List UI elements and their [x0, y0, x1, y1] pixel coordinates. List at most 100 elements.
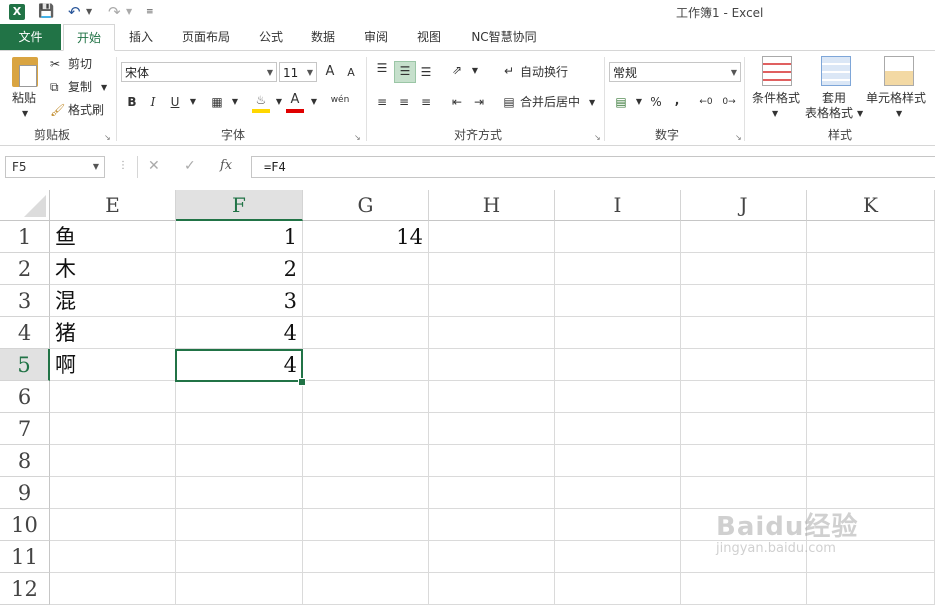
- column-header-i[interactable]: I: [555, 190, 681, 221]
- row-header-12[interactable]: 12: [0, 573, 50, 605]
- cell-h11[interactable]: [429, 541, 555, 573]
- cell-i7[interactable]: [555, 413, 681, 445]
- cell-j8[interactable]: [681, 445, 807, 477]
- tab-insert[interactable]: 插入: [117, 24, 165, 50]
- cell-g1[interactable]: 14: [303, 221, 429, 253]
- cell-h4[interactable]: [429, 317, 555, 349]
- cell-k3[interactable]: [807, 285, 935, 317]
- column-header-h[interactable]: H: [429, 190, 555, 221]
- cut-button[interactable]: 剪切: [68, 55, 92, 73]
- cell-j7[interactable]: [681, 413, 807, 445]
- format-as-table-dropdown-icon[interactable]: ▼: [857, 105, 863, 123]
- cell-i2[interactable]: [555, 253, 681, 285]
- cell-k2[interactable]: [807, 253, 935, 285]
- redo-icon[interactable]: ↷: [108, 3, 121, 21]
- cell-h7[interactable]: [429, 413, 555, 445]
- align-right-icon[interactable]: ≡: [417, 93, 435, 111]
- tab-data[interactable]: 数据: [300, 24, 346, 50]
- number-dialog-launcher-icon[interactable]: ↘: [735, 133, 742, 142]
- tab-file[interactable]: 文件: [0, 24, 61, 50]
- cell-f12[interactable]: [176, 573, 303, 605]
- tab-page-layout[interactable]: 页面布局: [170, 24, 242, 50]
- cell-g10[interactable]: [303, 509, 429, 541]
- paste-dropdown-icon[interactable]: ▼: [22, 105, 28, 123]
- tab-review[interactable]: 审阅: [353, 24, 399, 50]
- align-center-icon[interactable]: ≡: [395, 93, 413, 111]
- cut-icon[interactable]: ✂: [50, 55, 60, 73]
- tab-nc[interactable]: NC智慧协同: [462, 24, 546, 50]
- cell-e7[interactable]: [50, 413, 176, 445]
- chevron-down-icon[interactable]: ▼: [93, 157, 99, 177]
- conditional-format-dropdown-icon[interactable]: ▼: [772, 105, 778, 123]
- cell-j5[interactable]: [681, 349, 807, 381]
- insert-function-button[interactable]: fx: [220, 158, 232, 173]
- cell-e1[interactable]: 鱼: [50, 221, 176, 253]
- row-header-4[interactable]: 4: [0, 317, 50, 349]
- cell-g11[interactable]: [303, 541, 429, 573]
- wrap-text-icon[interactable]: ↵: [500, 62, 518, 80]
- cell-i4[interactable]: [555, 317, 681, 349]
- row-header-11[interactable]: 11: [0, 541, 50, 573]
- tab-view[interactable]: 视图: [406, 24, 452, 50]
- row-header-10[interactable]: 10: [0, 509, 50, 541]
- row-header-2[interactable]: 2: [0, 253, 50, 285]
- undo-dropdown-icon[interactable]: ▼: [86, 3, 92, 21]
- column-header-j[interactable]: J: [681, 190, 807, 221]
- row-header-6[interactable]: 6: [0, 381, 50, 413]
- cell-f4[interactable]: 4: [176, 317, 303, 349]
- name-box[interactable]: F5 ▼: [5, 156, 105, 178]
- format-as-table-icon[interactable]: [821, 56, 851, 86]
- cell-i6[interactable]: [555, 381, 681, 413]
- cell-g3[interactable]: [303, 285, 429, 317]
- format-painter-button[interactable]: 格式刷: [68, 101, 104, 119]
- cell-j9[interactable]: [681, 477, 807, 509]
- cell-f11[interactable]: [176, 541, 303, 573]
- cell-f1[interactable]: 1: [176, 221, 303, 253]
- cell-e12[interactable]: [50, 573, 176, 605]
- cell-i10[interactable]: [555, 509, 681, 541]
- cell-k6[interactable]: [807, 381, 935, 413]
- cell-h10[interactable]: [429, 509, 555, 541]
- cell-e11[interactable]: [50, 541, 176, 573]
- font-size-select[interactable]: 11 ▼: [279, 62, 317, 82]
- cell-k4[interactable]: [807, 317, 935, 349]
- cell-f6[interactable]: [176, 381, 303, 413]
- phonetic-button[interactable]: wén: [328, 91, 352, 109]
- redo-dropdown-icon[interactable]: ▼: [126, 3, 132, 21]
- cell-h5[interactable]: [429, 349, 555, 381]
- merge-center-icon[interactable]: ▤: [500, 93, 518, 111]
- comma-button[interactable]: ,: [668, 91, 686, 109]
- cancel-entry-icon[interactable]: ✕: [148, 158, 160, 174]
- orientation-dropdown-icon[interactable]: ▼: [466, 62, 484, 80]
- cell-e2[interactable]: 木: [50, 253, 176, 285]
- increase-decimal-icon[interactable]: ←0: [697, 93, 715, 111]
- orientation-icon[interactable]: ⇗: [448, 61, 466, 79]
- row-header-1[interactable]: 1: [0, 221, 50, 253]
- wrap-text-button[interactable]: 自动换行: [520, 63, 568, 81]
- italic-button[interactable]: I: [144, 93, 162, 111]
- cell-h9[interactable]: [429, 477, 555, 509]
- cell-e5[interactable]: 啊: [50, 349, 176, 381]
- cell-h8[interactable]: [429, 445, 555, 477]
- cell-h6[interactable]: [429, 381, 555, 413]
- fill-color-icon[interactable]: ♨: [252, 91, 270, 109]
- cell-g12[interactable]: [303, 573, 429, 605]
- number-format-select[interactable]: 常规 ▼: [609, 62, 741, 82]
- percent-button[interactable]: %: [647, 93, 665, 111]
- format-painter-icon[interactable]: 🖌: [50, 101, 65, 119]
- copy-dropdown-icon[interactable]: ▼: [101, 79, 107, 97]
- grow-font-button[interactable]: A: [321, 63, 339, 81]
- tab-formulas[interactable]: 公式: [248, 24, 294, 50]
- column-header-g[interactable]: G: [303, 190, 429, 221]
- cell-e3[interactable]: 混: [50, 285, 176, 317]
- cell-i11[interactable]: [555, 541, 681, 573]
- shrink-font-button[interactable]: A: [342, 64, 360, 82]
- cell-h1[interactable]: [429, 221, 555, 253]
- align-left-icon[interactable]: ≡: [373, 93, 391, 111]
- merge-center-button[interactable]: 合并后居中: [520, 93, 580, 111]
- row-header-7[interactable]: 7: [0, 413, 50, 445]
- cell-j4[interactable]: [681, 317, 807, 349]
- decrease-decimal-icon[interactable]: 0→: [720, 93, 738, 111]
- cell-h3[interactable]: [429, 285, 555, 317]
- undo-icon[interactable]: ↶: [68, 3, 81, 21]
